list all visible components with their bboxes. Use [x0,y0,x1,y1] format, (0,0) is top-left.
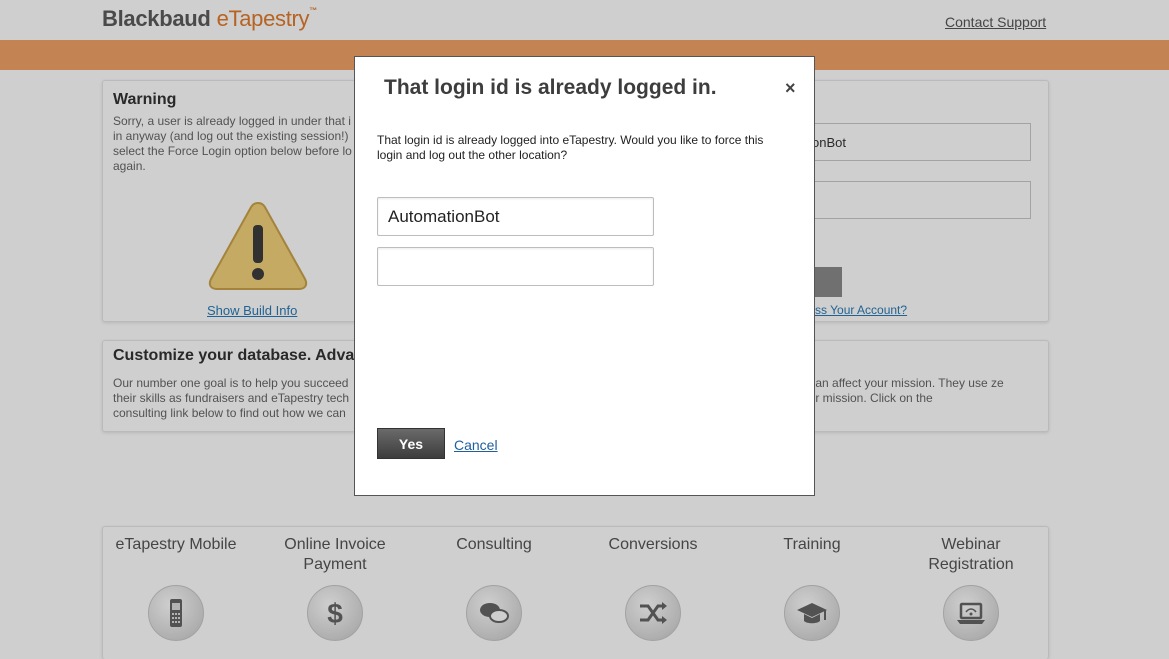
already-logged-in-dialog: That login id is already logged in. × Th… [354,56,815,496]
cancel-link[interactable]: Cancel [454,437,498,453]
close-icon[interactable]: × [785,79,796,97]
password-field[interactable] [377,247,654,286]
yes-button[interactable]: Yes [377,428,445,459]
dialog-title: That login id is already logged in. [384,76,717,99]
login-id-field[interactable] [377,197,654,236]
dialog-message: That login id is already logged into eTa… [377,133,764,162]
